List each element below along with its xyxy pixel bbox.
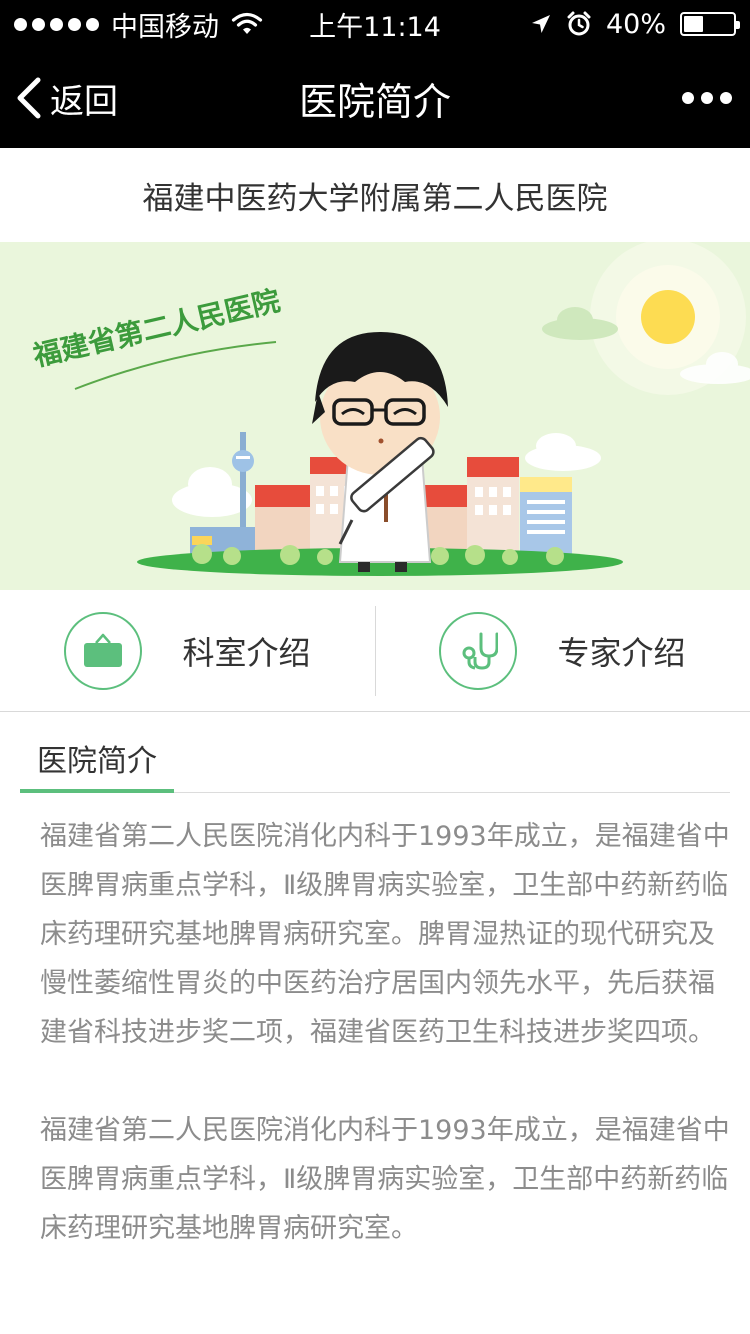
tab-hospital-intro[interactable]: 医院简介 bbox=[20, 727, 174, 793]
battery-icon bbox=[680, 12, 740, 36]
carrier-label: 中国移动 bbox=[111, 11, 219, 43]
department-intro-label: 科室介绍 bbox=[182, 634, 311, 672]
hospital-name: 福建中医药大学附属第二人民医院 bbox=[0, 148, 750, 242]
more-dot-icon bbox=[682, 92, 694, 104]
battery-percent: 40% bbox=[605, 8, 666, 40]
signal-strength-icon bbox=[14, 17, 99, 31]
banner-illustration: 福建省第二人民医院 bbox=[0, 242, 750, 590]
article-paragraph: 福建省第二人民医院消化内科于1993年成立，是福建省中医脾胃病重点学科，Ⅱ级脾胃… bbox=[40, 821, 730, 1048]
chevron-left-icon bbox=[17, 77, 41, 119]
battery-level bbox=[684, 16, 704, 32]
alarm-clock-icon bbox=[567, 11, 591, 36]
more-dot-icon bbox=[720, 92, 732, 104]
quick-divider bbox=[375, 606, 376, 696]
more-menu-button[interactable] bbox=[682, 48, 732, 148]
status-right: 40% bbox=[530, 0, 740, 48]
status-left: 中国移动 bbox=[14, 0, 263, 48]
status-time: 上午11:14 bbox=[309, 11, 441, 43]
back-label: 返回 bbox=[50, 81, 118, 122]
article-paragraph: 福建省第二人民医院消化内科于1993年成立，是福建省中医脾胃病重点学科，Ⅱ级脾胃… bbox=[40, 1115, 730, 1244]
department-intro-button[interactable]: 科室介绍 bbox=[0, 590, 375, 712]
quick-entries: 科室介绍 专家介绍 bbox=[0, 590, 750, 712]
hospital-banner: 福建省第二人民医院 bbox=[0, 242, 750, 590]
stethoscope-icon bbox=[439, 612, 518, 690]
expert-intro-button[interactable]: 专家介绍 bbox=[375, 590, 750, 712]
more-dot-icon bbox=[701, 92, 713, 104]
section-tabs: 医院简介 bbox=[20, 727, 730, 793]
article-body: 福建省第二人民医院消化内科于1993年成立，是福建省中医脾胃病重点学科，Ⅱ级脾胃… bbox=[40, 812, 730, 1302]
page: 中国移动 上午11:14 40% 返回 医院简介 福建中医药大学附属第二人民医院… bbox=[0, 0, 750, 1334]
expert-intro-label: 专家介绍 bbox=[557, 634, 686, 672]
location-arrow-icon bbox=[531, 15, 550, 33]
briefcase-icon bbox=[64, 612, 143, 690]
back-button[interactable]: 返回 bbox=[16, 48, 118, 148]
status-bar: 中国移动 上午11:14 40% bbox=[0, 0, 750, 48]
sun-icon bbox=[641, 290, 695, 344]
nav-bar: 返回 医院简介 bbox=[0, 48, 750, 148]
wifi-icon bbox=[231, 12, 263, 34]
